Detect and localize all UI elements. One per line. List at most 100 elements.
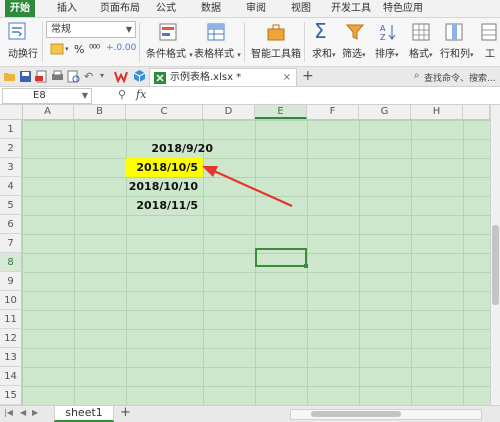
format-button[interactable]: 格式▾	[409, 45, 433, 60]
cell-c2[interactable]: 2018/9/20	[126, 139, 218, 158]
tab-home[interactable]: 开始	[5, 0, 35, 17]
row-header-10[interactable]: 10	[0, 291, 22, 310]
sum-button[interactable]: 求和▾	[312, 45, 336, 60]
row-header-1[interactable]: 1	[0, 120, 22, 139]
row-header-5[interactable]: 5	[0, 196, 22, 215]
thousands-separator-button[interactable]: ⁰⁰⁰	[89, 42, 100, 55]
command-search-input[interactable]: 查找命令、搜索...	[424, 71, 496, 84]
row-column-button[interactable]: 行和列▾	[440, 45, 474, 60]
row-header-6[interactable]: 6	[0, 215, 22, 234]
horizontal-scrollbar[interactable]	[290, 409, 482, 420]
currency-icon[interactable]	[50, 42, 64, 56]
row-header-4[interactable]: 4	[0, 177, 22, 196]
save-icon[interactable]	[19, 70, 32, 83]
formula-input[interactable]	[156, 88, 496, 103]
conditional-format-button[interactable]: 条件格式 ▾	[146, 45, 193, 60]
vertical-scrollbar[interactable]	[490, 105, 500, 405]
next-sheet-icon[interactable]: ▶	[32, 408, 38, 417]
column-header-e[interactable]: E	[255, 105, 307, 119]
search-icon: ⌕	[414, 70, 420, 81]
name-box[interactable]: E8 ▼	[2, 88, 92, 104]
worksheet-icon[interactable]	[480, 22, 498, 42]
tab-review[interactable]: 审阅	[241, 0, 271, 17]
folder-icon[interactable]	[3, 70, 16, 83]
svg-text:Z: Z	[380, 33, 386, 42]
print-preview-icon[interactable]	[67, 70, 80, 83]
tab-data[interactable]: 数据	[196, 0, 226, 17]
active-cell-e8[interactable]	[255, 248, 308, 268]
customize-toolbar-icon[interactable]: ▾	[100, 71, 104, 80]
row-header-2[interactable]: 2	[0, 139, 22, 158]
tab-formulas[interactable]: 公式	[151, 0, 181, 17]
fill-handle[interactable]	[304, 264, 308, 268]
row-header-12[interactable]: 12	[0, 329, 22, 348]
tab-page-layout[interactable]: 页面布局	[96, 0, 144, 17]
tab-view[interactable]: 视图	[286, 0, 316, 17]
sort-icon[interactable]: A Z	[378, 22, 398, 42]
percent-button[interactable]: %	[74, 43, 84, 56]
sort-button[interactable]: 排序▾	[375, 45, 399, 60]
worksheet-label[interactable]: 工	[485, 45, 495, 60]
cell-c4[interactable]: 2018/10/10	[126, 177, 203, 196]
filter-button[interactable]: 筛选▾	[342, 45, 366, 60]
tab-developer[interactable]: 开发工具	[327, 0, 375, 17]
sort-label: 排序	[375, 49, 395, 60]
cell-c3-highlighted[interactable]: 2018/10/5	[126, 158, 203, 177]
prev-sheet-icon[interactable]: ◀	[20, 408, 26, 417]
increase-decimal-button[interactable]: +.0	[106, 43, 122, 53]
tab-insert[interactable]: 插入	[52, 0, 82, 17]
print-icon[interactable]	[51, 70, 64, 83]
decrease-decimal-button[interactable]: .00	[122, 43, 136, 53]
tab-special[interactable]: 特色应用	[379, 0, 427, 17]
column-header-f[interactable]: F	[307, 105, 359, 119]
column-header-i[interactable]	[463, 105, 490, 119]
row-header-15[interactable]: 15	[0, 386, 22, 405]
row-header-13[interactable]: 13	[0, 348, 22, 367]
horizontal-scrollbar-thumb[interactable]	[311, 411, 401, 417]
close-icon[interactable]: ×	[283, 69, 291, 86]
conditional-format-icon[interactable]	[158, 22, 178, 42]
smart-toolbox-label[interactable]: 智能工具箱	[251, 45, 301, 60]
wrap-text-label[interactable]: 动换行	[8, 45, 38, 60]
column-header-a[interactable]: A	[22, 105, 74, 119]
format-label: 格式	[409, 49, 429, 60]
first-sheet-icon[interactable]: |◀	[4, 408, 13, 417]
row-header-14[interactable]: 14	[0, 367, 22, 386]
row-header-8[interactable]: 8	[0, 253, 22, 272]
select-all-corner[interactable]	[0, 105, 23, 119]
column-header-d[interactable]: D	[203, 105, 255, 119]
formula-bar: E8 ▼ ⚲ fx	[0, 87, 500, 105]
format-icon[interactable]	[411, 22, 431, 42]
column-header-c[interactable]: C	[126, 105, 203, 119]
row-header-3[interactable]: 3	[0, 158, 22, 177]
wrap-text-icon[interactable]	[8, 22, 26, 40]
zoom-icon[interactable]: ⚲	[118, 88, 126, 101]
row-header-7[interactable]: 7	[0, 234, 22, 253]
add-sheet-button[interactable]: +	[120, 405, 131, 420]
column-header-h[interactable]: H	[411, 105, 463, 119]
row-header-11[interactable]: 11	[0, 310, 22, 329]
spreadsheet-file-icon	[154, 72, 166, 84]
cube-icon[interactable]	[133, 69, 146, 83]
filter-icon[interactable]	[345, 22, 365, 42]
scrollbar-thumb[interactable]	[492, 225, 499, 305]
export-pdf-icon[interactable]	[35, 70, 48, 83]
sheet-tab[interactable]: sheet1	[54, 406, 114, 422]
cell-c5[interactable]: 2018/11/5	[126, 196, 203, 215]
column-header-g[interactable]: G	[359, 105, 411, 119]
function-icon[interactable]: fx	[136, 88, 146, 101]
table-style-icon[interactable]	[206, 22, 226, 42]
wps-logo-icon[interactable]	[114, 70, 128, 83]
column-header-b[interactable]: B	[74, 105, 126, 119]
number-format-select[interactable]: 常规 ▼	[46, 21, 136, 38]
undo-icon[interactable]: ↶	[84, 70, 93, 83]
sigma-icon[interactable]: Σ	[314, 19, 327, 43]
chevron-down-icon: ▼	[81, 91, 88, 100]
row-header-9[interactable]: 9	[0, 272, 22, 291]
table-style-button[interactable]: 表格样式 ▾	[194, 45, 241, 60]
toolbox-icon[interactable]	[266, 22, 286, 42]
row-column-icon[interactable]	[444, 22, 464, 42]
new-tab-button[interactable]: +	[302, 68, 314, 84]
file-tab[interactable]: 示例表格.xlsx * ×	[149, 68, 297, 86]
sheet-tab-bar: |◀ ◀ ▶ sheet1 +	[0, 405, 500, 422]
